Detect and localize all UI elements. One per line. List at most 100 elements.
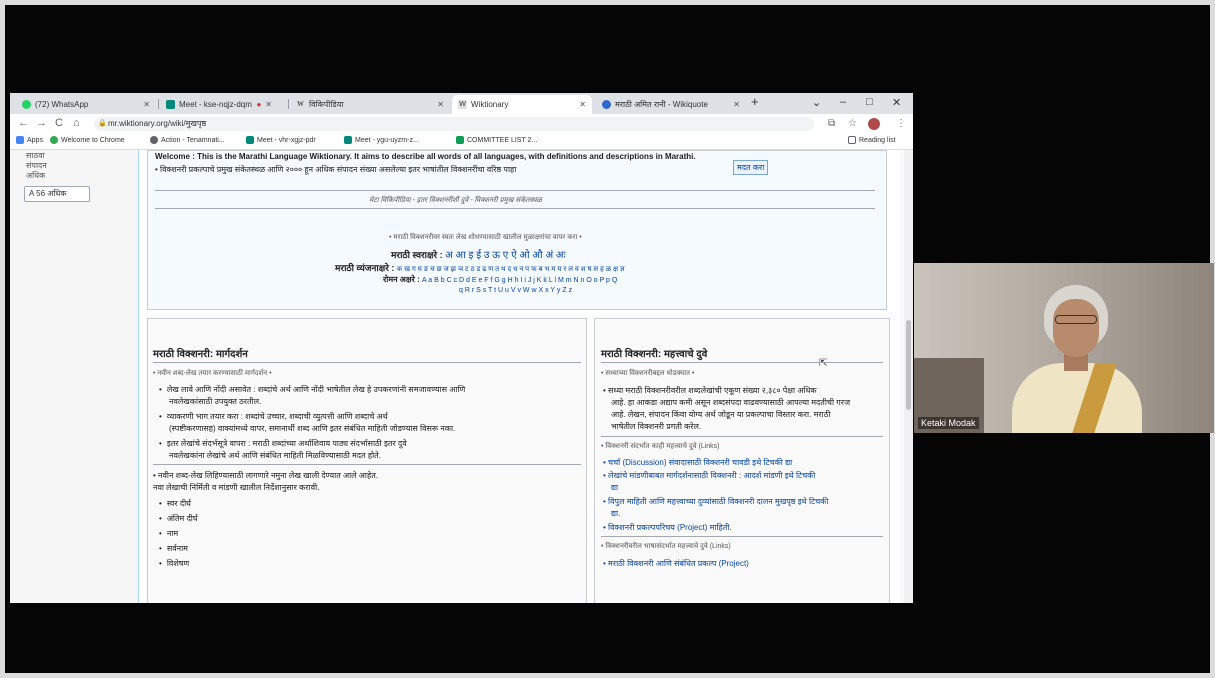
guidance-subtitle: • नवीन शब्द-लेख तयार करण्यासाठी मार्गदर्… bbox=[153, 370, 272, 377]
address-bar[interactable]: 🔒 mr.wiktionary.org/wiki/मुखपृष्ठ bbox=[94, 117, 814, 131]
tab-wikipedia[interactable]: W विकिपीडिया ✕ bbox=[290, 95, 450, 114]
language-button[interactable]: A 56 अधिक bbox=[24, 186, 90, 202]
bookmark-meet-2[interactable]: Meet - ygu-uyzm-z... bbox=[344, 136, 419, 144]
roman-row: रोमन अक्षरे : A a B b C c D d E e F f G … bbox=[383, 275, 618, 284]
left-sidebar: साठवा संपादन अधिक A 56 अधिक bbox=[10, 150, 138, 603]
apps-grid-icon bbox=[16, 136, 24, 144]
back-button[interactable]: ← bbox=[18, 117, 29, 129]
help-button-label: मदत करा bbox=[737, 163, 765, 172]
forward-button[interactable]: → bbox=[36, 117, 47, 129]
tab-whatsapp[interactable]: (72) WhatsApp ✕ bbox=[16, 95, 156, 114]
shared-screen: (72) WhatsApp ✕ Meet - kse-nqjz-dqm ● ✕ … bbox=[10, 93, 913, 603]
guidance-bullet: लेख लावे आणि नोंदी असावेत : शब्दांचे अर्… bbox=[159, 384, 465, 395]
links-heading-2: • विक्शनरीवरील भाषासंदर्भात महत्त्वाचे द… bbox=[601, 543, 731, 550]
link-item[interactable]: द्या. bbox=[611, 508, 620, 519]
page-scrollbar[interactable] bbox=[904, 150, 913, 603]
browser-toolbar: ← → C ⌂ 🔒 mr.wiktionary.org/wiki/मुखपृष्… bbox=[10, 114, 913, 134]
close-icon[interactable]: ✕ bbox=[733, 100, 740, 109]
close-icon[interactable]: ✕ bbox=[579, 100, 586, 109]
welcome-line: Welcome : This is the Marathi Language W… bbox=[155, 152, 696, 161]
bookmark-welcome[interactable]: Welcome to Chrome bbox=[50, 136, 125, 144]
chrome-icon bbox=[50, 136, 58, 144]
guidance-title: मराठी विक्शनरी: मार्गदर्शन bbox=[153, 349, 248, 360]
roman-links-2[interactable]: q R r S s T t U u V v W w X x Y y Z z bbox=[459, 287, 572, 294]
template-note: • नवीन शब्द-लेख लिहिण्यासाठी लागणारे नमु… bbox=[153, 471, 379, 480]
sheets-icon bbox=[456, 136, 464, 144]
tab-label: मराठी अमित रानी - Wikiquote bbox=[615, 100, 708, 109]
guidance-bullet: इतर लेखांचे संदर्भसूत्रे वापरा : मराठी श… bbox=[159, 438, 407, 449]
wikiquote-icon bbox=[602, 100, 611, 109]
bookmark-label: COMMITTEE LIST 2... bbox=[467, 136, 538, 144]
tab-label: (72) WhatsApp bbox=[35, 100, 89, 109]
link-item[interactable]: • विपुल माहिती आणि महत्त्वाच्या दुव्यांस… bbox=[603, 496, 828, 507]
tab-label: विकिपीडिया bbox=[309, 100, 344, 109]
webpage: साठवा संपादन अधिक A 56 अधिक Welcome : Th… bbox=[10, 150, 913, 603]
home-button[interactable]: ⌂ bbox=[73, 117, 80, 129]
template-link[interactable]: सर्वनाम bbox=[159, 543, 188, 554]
close-icon[interactable]: ✕ bbox=[143, 100, 150, 109]
close-icon[interactable]: ✕ bbox=[265, 100, 272, 109]
reading-list-icon bbox=[848, 136, 856, 144]
template-note-2: नवा लेखाची निर्मिती व मांडणी खालील निर्द… bbox=[153, 483, 320, 492]
consonant-links[interactable]: क ख ग घ ङ च छ ज झ ञ ट ठ ड ढ ण त थ द ध न … bbox=[397, 266, 625, 273]
help-button[interactable]: मदत करा bbox=[733, 160, 769, 175]
main-content: Welcome : This is the Marathi Language W… bbox=[138, 150, 900, 603]
reading-list-label: Reading list bbox=[859, 136, 896, 144]
tab-search-icon[interactable]: ⌄ bbox=[812, 96, 821, 109]
sidebar-link[interactable]: अधिक bbox=[26, 170, 45, 181]
star-icon[interactable]: ☆ bbox=[848, 118, 857, 129]
maximize-button[interactable]: □ bbox=[866, 96, 873, 108]
sister-projects-line: मेटा विकिपीडिया - इतर विक्शनरींशी दुवे -… bbox=[369, 197, 542, 204]
stats-text: आहे. हा आकडा अद्याप कमी असून शब्दसंपदा व… bbox=[611, 398, 851, 407]
tab-meet[interactable]: Meet - kse-nqjz-dqm ● ✕ bbox=[160, 95, 278, 114]
bookmark-meet-1[interactable]: Meet - vhr-xgjz-pdr bbox=[246, 136, 316, 144]
vowel-links[interactable]: अ आ इ ई उ ऊ ए ऐ ओ औ अं अः bbox=[445, 250, 565, 261]
bookmark-apps[interactable]: Apps bbox=[16, 136, 43, 144]
link-item[interactable]: • विक्शनरी प्रकल्पपरिचय (Project) माहिती… bbox=[603, 522, 732, 533]
guidance-text: नवलेखकांना लेखांचे अर्थ आणि संबंधित माहि… bbox=[169, 451, 381, 460]
mouse-cursor-icon: ⇱ bbox=[819, 358, 828, 369]
wikipedia-icon: W bbox=[297, 100, 304, 108]
bookmark-label: Meet - ygu-uyzm-z... bbox=[355, 136, 419, 144]
meet-icon bbox=[344, 136, 352, 144]
bookmark-icon bbox=[150, 136, 158, 144]
template-link[interactable]: स्वर दीर्घ bbox=[159, 498, 191, 509]
guidance-text: नवलेखकांसाठी उपयुक्त ठरतील. bbox=[169, 397, 262, 406]
browser-tab-strip: (72) WhatsApp ✕ Meet - kse-nqjz-dqm ● ✕ … bbox=[10, 93, 913, 114]
wiktionary-icon: W bbox=[458, 100, 467, 109]
scrollbar-thumb[interactable] bbox=[906, 320, 911, 410]
bookmark-committee[interactable]: COMMITTEE LIST 2... bbox=[456, 136, 537, 144]
bookmark-label: Welcome to Chrome bbox=[61, 136, 125, 144]
vowels-row: मराठी स्वराक्षरे : अ आ इ ई उ ऊ ए ऐ ओ औ अ… bbox=[391, 250, 566, 261]
zoom-meeting-window: (72) WhatsApp ✕ Meet - kse-nqjz-dqm ● ✕ … bbox=[0, 0, 1215, 678]
bookmark-action[interactable]: Action - Tenamnati... bbox=[150, 136, 225, 144]
template-link[interactable]: नाम bbox=[159, 528, 178, 539]
bookmark-label: Action - Tenamnati... bbox=[161, 136, 225, 144]
translate-icon[interactable]: ⧉ bbox=[828, 118, 835, 129]
menu-icon[interactable]: ⋮ bbox=[896, 118, 906, 129]
template-link[interactable]: विशेषण bbox=[159, 558, 189, 569]
template-link[interactable]: अंतिम दीर्घ bbox=[159, 513, 198, 524]
links-heading: • विक्शनरी संदर्भात काही महत्त्वाचे दुवे… bbox=[601, 443, 720, 450]
guidance-bullet: व्याकरणी भाग तयार करा : शब्दांचे उच्चार,… bbox=[159, 411, 388, 422]
guidance-text: (स्पष्टीकरणासह) वाक्यांमध्ये वापर, समाना… bbox=[169, 424, 456, 433]
tab-wiktionary[interactable]: W Wiktionary ✕ bbox=[452, 95, 592, 114]
bookmarks-bar: Apps Welcome to Chrome Action - Tenamnat… bbox=[10, 134, 913, 150]
link-item[interactable]: • लेखांचे मांडणीबाबत मार्गदर्शनासाठी विक… bbox=[603, 470, 815, 481]
tab-label: Wiktionary bbox=[471, 100, 509, 109]
recording-icon: ● bbox=[256, 100, 262, 109]
link-item[interactable]: द्या bbox=[611, 482, 618, 493]
reading-list-button[interactable]: Reading list bbox=[848, 136, 896, 144]
new-tab-button[interactable]: + bbox=[751, 94, 759, 109]
close-window-button[interactable]: ✕ bbox=[892, 96, 901, 109]
link-item[interactable]: • चर्चा (Discussion) संवादासाठी विक्शनरी… bbox=[603, 457, 792, 468]
stats-text: आहे. लेखन, संपादन किंवा योग्य अर्थ जोडून… bbox=[611, 410, 831, 419]
important-links-title: मराठी विक्शनरी: महत्त्वाचे दुवे bbox=[601, 349, 708, 360]
close-icon[interactable]: ✕ bbox=[437, 100, 444, 109]
minimize-button[interactable]: – bbox=[840, 96, 846, 108]
tab-wikiquote[interactable]: मराठी अमित रानी - Wikiquote ✕ bbox=[596, 95, 746, 114]
roman-links[interactable]: A a B b C c D d E e F f G g H h I i J j … bbox=[422, 277, 617, 284]
reload-button[interactable]: C bbox=[55, 117, 63, 129]
link-item[interactable]: • मराठी विक्शनरी आणि संबंधित प्रकल्प (Pr… bbox=[603, 558, 749, 569]
profile-avatar[interactable] bbox=[868, 118, 880, 130]
